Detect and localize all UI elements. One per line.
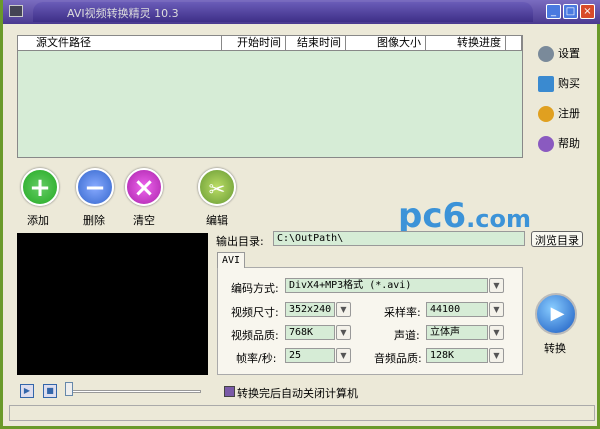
help-label: 帮助	[558, 137, 580, 150]
window-title: AVI视频转换精灵 10.3	[67, 7, 179, 20]
seek-slider[interactable]	[67, 390, 201, 393]
settings-button[interactable]: 设置	[538, 45, 580, 62]
audio-quality-select[interactable]: 128K	[426, 348, 488, 363]
col-end-time[interactable]: 结束时间	[286, 36, 346, 51]
shutdown-label: 转换完后自动关闭计算机	[237, 387, 358, 400]
chevron-down-icon[interactable]: ▼	[489, 302, 504, 317]
clear-label: 清空	[133, 214, 155, 227]
minimize-button[interactable]: _	[546, 4, 561, 19]
video-preview	[17, 233, 208, 375]
shutdown-checkbox[interactable]	[224, 386, 235, 397]
col-source-path[interactable]: 源文件路径	[18, 36, 222, 51]
fps-select[interactable]: 25	[285, 348, 335, 363]
edit-label: 编辑	[206, 214, 228, 227]
browse-button[interactable]: 浏览目录	[531, 231, 583, 247]
buy-label: 购买	[558, 77, 580, 90]
delete-button[interactable]: −	[76, 168, 114, 206]
channel-label: 声道:	[394, 329, 420, 342]
size-select[interactable]: 352x240	[285, 302, 335, 317]
title-bar: AVI视频转换精灵 10.3 _ □ ×	[3, 0, 600, 24]
stop-button[interactable]: ■	[43, 384, 57, 398]
edit-button[interactable]: ✂	[198, 168, 236, 206]
play-icon: ▶	[550, 303, 565, 324]
rate-label: 采样率:	[384, 306, 421, 319]
app-window: AVI视频转换精灵 10.3 _ □ × 源文件路径 开始时间 结束时间 图像大…	[0, 0, 600, 429]
convert-label: 转换	[544, 342, 566, 355]
scissors-icon: ✂	[208, 177, 226, 201]
col-start-time[interactable]: 开始时间	[222, 36, 286, 51]
cart-icon	[538, 76, 554, 92]
register-label: 注册	[558, 107, 580, 120]
chevron-down-icon[interactable]: ▼	[336, 348, 351, 363]
tab-avi[interactable]: AVI	[217, 252, 245, 268]
convert-button[interactable]: ▶	[535, 293, 577, 335]
output-dir-label: 输出目录:	[216, 235, 264, 248]
key-icon	[538, 106, 554, 122]
rate-select[interactable]: 44100	[426, 302, 488, 317]
clear-button[interactable]: ×	[125, 168, 163, 206]
chevron-down-icon[interactable]: ▼	[336, 325, 351, 340]
channel-select[interactable]: 立体声	[426, 325, 488, 340]
gear-icon	[538, 46, 554, 62]
watermark-logo: pc6.com	[398, 196, 531, 236]
buy-button[interactable]: 购买	[538, 75, 580, 92]
video-quality-label: 视频品质:	[231, 329, 279, 342]
output-dir-input[interactable]: C:\OutPath\	[273, 231, 525, 246]
codec-label: 编码方式:	[231, 282, 279, 295]
chevron-down-icon[interactable]: ▼	[489, 278, 504, 293]
fps-label: 帧率/秒:	[236, 352, 277, 365]
help-icon	[538, 136, 554, 152]
col-image-size[interactable]: 图像大小	[346, 36, 426, 51]
audio-quality-label: 音频品质:	[374, 352, 422, 365]
play-button[interactable]: ▶	[20, 384, 34, 398]
col-progress[interactable]: 转换进度	[426, 36, 506, 51]
codec-select[interactable]: DivX4+MP3格式 (*.avi)	[285, 278, 488, 293]
app-icon	[9, 5, 23, 17]
minus-icon: −	[84, 173, 106, 203]
maximize-button[interactable]: □	[563, 4, 578, 19]
size-label: 视频尺寸:	[231, 306, 279, 319]
close-button[interactable]: ×	[580, 4, 595, 19]
file-list[interactable]: 源文件路径 开始时间 结束时间 图像大小 转换进度	[17, 35, 523, 158]
chevron-down-icon[interactable]: ▼	[489, 348, 504, 363]
chevron-down-icon[interactable]: ▼	[489, 325, 504, 340]
chevron-down-icon[interactable]: ▼	[336, 302, 351, 317]
x-icon: ×	[133, 173, 155, 203]
col-blank	[506, 36, 522, 51]
add-label: 添加	[27, 214, 49, 227]
settings-label: 设置	[558, 47, 580, 60]
delete-label: 删除	[83, 214, 105, 227]
status-bar	[9, 405, 595, 421]
seek-handle[interactable]	[65, 382, 73, 396]
add-button[interactable]: +	[21, 168, 59, 206]
video-quality-select[interactable]: 768K	[285, 325, 335, 340]
register-button[interactable]: 注册	[538, 105, 580, 122]
help-button[interactable]: 帮助	[538, 135, 580, 152]
plus-icon: +	[29, 173, 51, 203]
